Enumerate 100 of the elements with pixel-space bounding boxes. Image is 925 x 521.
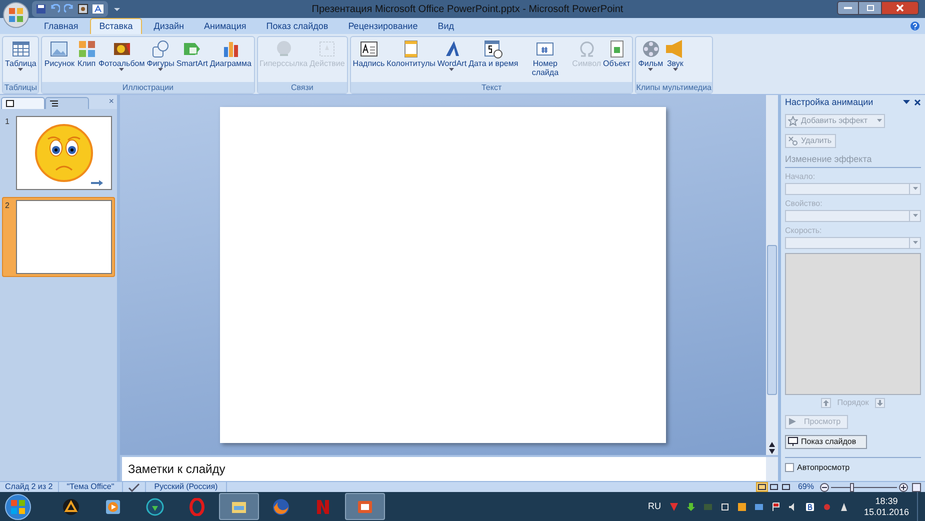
close-icon[interactable] — [914, 99, 921, 106]
ribbon-tab[interactable]: Вставка — [90, 18, 142, 34]
panel-tab[interactable] — [1, 97, 45, 109]
autopreview-label: Автопросмотр — [797, 462, 850, 474]
action-icon — [317, 39, 338, 59]
fit-to-window-icon[interactable] — [912, 482, 921, 492]
office-logo-icon — [8, 7, 24, 23]
ribbon-button[interactable]: Рисунок — [43, 39, 76, 68]
dropdown-arrow-icon — [648, 68, 654, 72]
view-button[interactable] — [780, 482, 792, 492]
calendar-icon — [483, 39, 504, 59]
dropdown-arrow-icon[interactable] — [903, 100, 910, 105]
scrollbar[interactable] — [766, 95, 778, 455]
task-pane-title: Настройка анимации — [785, 96, 874, 109]
dropdown-arrow-icon — [158, 68, 164, 72]
ribbon-button[interactable]: Фильм — [637, 39, 664, 72]
office-button[interactable] — [3, 2, 29, 28]
maximize-button[interactable] — [859, 1, 881, 15]
slides-view-icon — [6, 100, 14, 107]
ribbon-tab[interactable]: Анимация — [196, 20, 254, 34]
picture-icon[interactable] — [78, 4, 88, 14]
ribbon-button[interactable]: Таблица — [4, 39, 38, 72]
ribbon-button[interactable]: Звук — [664, 39, 686, 72]
ribbon-tab[interactable]: Главная — [36, 20, 86, 34]
slideshow-button[interactable]: Показ слайдов — [785, 434, 867, 448]
view-button[interactable] — [756, 482, 768, 492]
spell-check-icon[interactable] — [128, 482, 140, 492]
ribbon-button[interactable]: Дата и время — [468, 39, 520, 68]
ribbon-button[interactable]: Фигуры — [146, 39, 176, 72]
shape-icon[interactable] — [838, 502, 849, 512]
slide-thumbnail-row[interactable]: 2 — [2, 197, 115, 277]
star-icon — [788, 116, 798, 126]
group-label: Иллюстрации — [42, 82, 254, 93]
letter-b-icon[interactable] — [804, 502, 815, 512]
ribbon-button[interactable]: Объект — [602, 39, 632, 68]
group-label: Связи — [258, 82, 347, 93]
taskbar-app-button[interactable] — [345, 493, 385, 520]
zoom-level[interactable]: 69% — [798, 481, 814, 493]
scroll-up-icon[interactable] — [769, 442, 775, 447]
dropdown-field[interactable] — [785, 182, 921, 194]
help-icon[interactable] — [910, 21, 920, 31]
notes-scrollbar[interactable] — [766, 457, 778, 481]
ribbon-button[interactable]: Диаграмма — [208, 39, 252, 68]
fox-globe-icon — [272, 498, 290, 516]
zoom-slider[interactable] — [831, 482, 897, 492]
arrow-icon — [91, 180, 103, 186]
field-label: Свойство: — [785, 198, 824, 210]
clock[interactable]: 18:39 15.01.2016 — [864, 496, 909, 518]
delete-icon — [788, 136, 798, 146]
field-label: Скорость: — [785, 224, 823, 236]
ribbon-tab[interactable]: Показ слайдов — [258, 20, 336, 34]
ribbon-button[interactable]: Надпись — [352, 39, 386, 68]
notes-field[interactable]: Заметки к слайду — [122, 457, 766, 481]
dropdown-field[interactable] — [785, 236, 921, 248]
ribbon-button[interactable]: Фотоальбом — [98, 39, 146, 72]
close-button[interactable] — [881, 1, 919, 15]
ribbon-button[interactable]: Клип — [76, 39, 98, 68]
up-arrow-icon — [823, 400, 830, 406]
autopreview-checkbox[interactable] — [785, 463, 794, 472]
table-icon — [10, 39, 31, 59]
projector-screen-icon — [788, 437, 798, 446]
zoom-slider-thumb[interactable] — [850, 482, 854, 492]
zoom-out-icon[interactable] — [820, 482, 829, 492]
group-label: Клипы мультимедиа — [636, 82, 712, 93]
start-button[interactable] — [5, 494, 31, 520]
flag-icon[interactable] — [770, 502, 781, 512]
down-arrow-icon — [876, 400, 883, 406]
ribbon-button[interactable]: SmartArt — [175, 39, 209, 68]
flag-warning-icon[interactable] — [668, 502, 679, 512]
ribbon-button[interactable]: Колонтитулы — [386, 39, 436, 68]
field-label: Начало: — [785, 170, 816, 182]
ribbon-tab[interactable]: Дизайн — [146, 20, 192, 34]
slide-thumbnail[interactable] — [16, 200, 112, 274]
customize-toolbar-icon[interactable] — [114, 6, 120, 12]
ribbon-tab[interactable]: Рецензирование — [340, 20, 426, 34]
ribbon-button[interactable]: WordArt — [436, 39, 468, 72]
film-reel-icon — [640, 39, 661, 59]
input-language[interactable]: RU — [648, 500, 661, 514]
download-arrow-icon[interactable] — [686, 502, 696, 512]
dropdown-arrow-icon — [912, 240, 918, 244]
window-title: Презентация Microsoft Office PowerPoint.pptx - Microsoft PowerPoint — [310, 2, 624, 16]
play-icon — [789, 418, 796, 425]
minimize-button[interactable] — [837, 1, 859, 15]
ribbon-button[interactable]: Номер слайда — [519, 39, 572, 77]
letter-n-icon — [314, 498, 332, 516]
close-panel-button[interactable]: × — [108, 95, 114, 108]
slide-thumbnail-row[interactable]: 1 — [2, 113, 115, 193]
order-label: Порядок — [837, 396, 869, 408]
dropdown-arrow-icon — [18, 68, 24, 72]
slide-thumbnail[interactable] — [16, 116, 112, 190]
dropdown-arrow-icon — [449, 68, 454, 72]
zoom-in-icon[interactable] — [899, 482, 908, 492]
text-box-icon[interactable] — [92, 4, 104, 14]
save-icon[interactable] — [36, 4, 46, 14]
panel-tab[interactable] — [45, 97, 89, 109]
dropdown-arrow-icon — [912, 186, 918, 190]
dropdown-field[interactable] — [785, 210, 921, 222]
view-button[interactable] — [768, 482, 780, 492]
monitor-icon[interactable] — [754, 502, 764, 512]
ribbon-tab[interactable]: Вид — [430, 20, 462, 34]
